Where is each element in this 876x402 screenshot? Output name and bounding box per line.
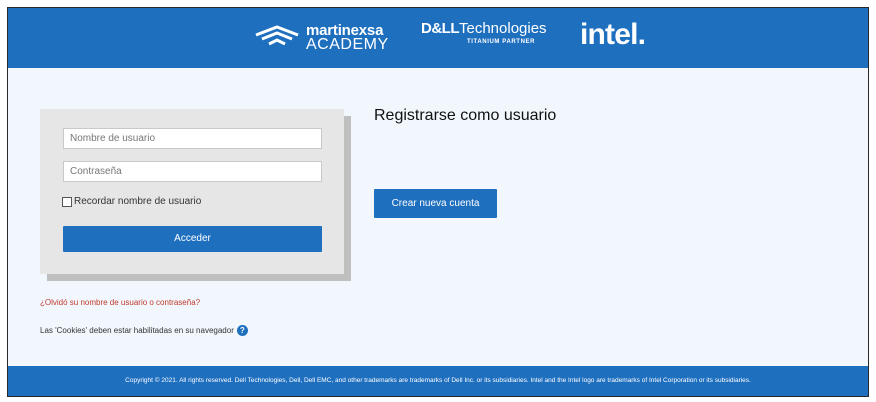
martinexsa-sub: ACADEMY [306,36,389,53]
remember-username[interactable]: Recordar nombre de usuario [62,196,201,207]
login-button[interactable]: Acceder [63,226,322,252]
remember-label: Recordar nombre de usuario [74,196,202,207]
martinexsa-logo-icon [255,25,299,46]
create-account-button[interactable]: Crear nueva cuenta [374,189,497,218]
intel-logo[interactable]: intel. [580,18,646,52]
cookies-note-text: Las 'Cookies' deben estar habilitadas en… [40,326,234,335]
page-frame: martinexsa ACADEMY D&LLTechnologies TITA… [7,7,869,397]
forgot-credentials-link[interactable]: ¿Olvidó su nombre de usuario o contraseñ… [40,298,200,307]
register-title: Registrarse como usuario [374,107,557,124]
remember-checkbox[interactable] [62,196,72,207]
site-header: martinexsa ACADEMY D&LLTechnologies TITA… [8,8,868,68]
dell-wordmark: D&LL [421,20,460,37]
dell-technologies-logo[interactable]: D&LLTechnologies TITANIUM PARTNER [421,20,547,45]
login-panel: Recordar nombre de usuario Acceder [40,109,344,274]
help-icon[interactable]: ? [236,325,248,336]
username-input[interactable] [63,128,322,149]
password-input[interactable] [63,161,322,182]
technologies-wordmark: Technologies [459,20,547,37]
footer-copyright: Copyright © 2021. All rights reserved. D… [125,377,751,384]
site-footer: Copyright © 2021. All rights reserved. D… [8,366,868,396]
cookies-note: Las 'Cookies' deben estar habilitadas en… [40,325,248,336]
dell-tagline: TITANIUM PARTNER [467,39,536,45]
